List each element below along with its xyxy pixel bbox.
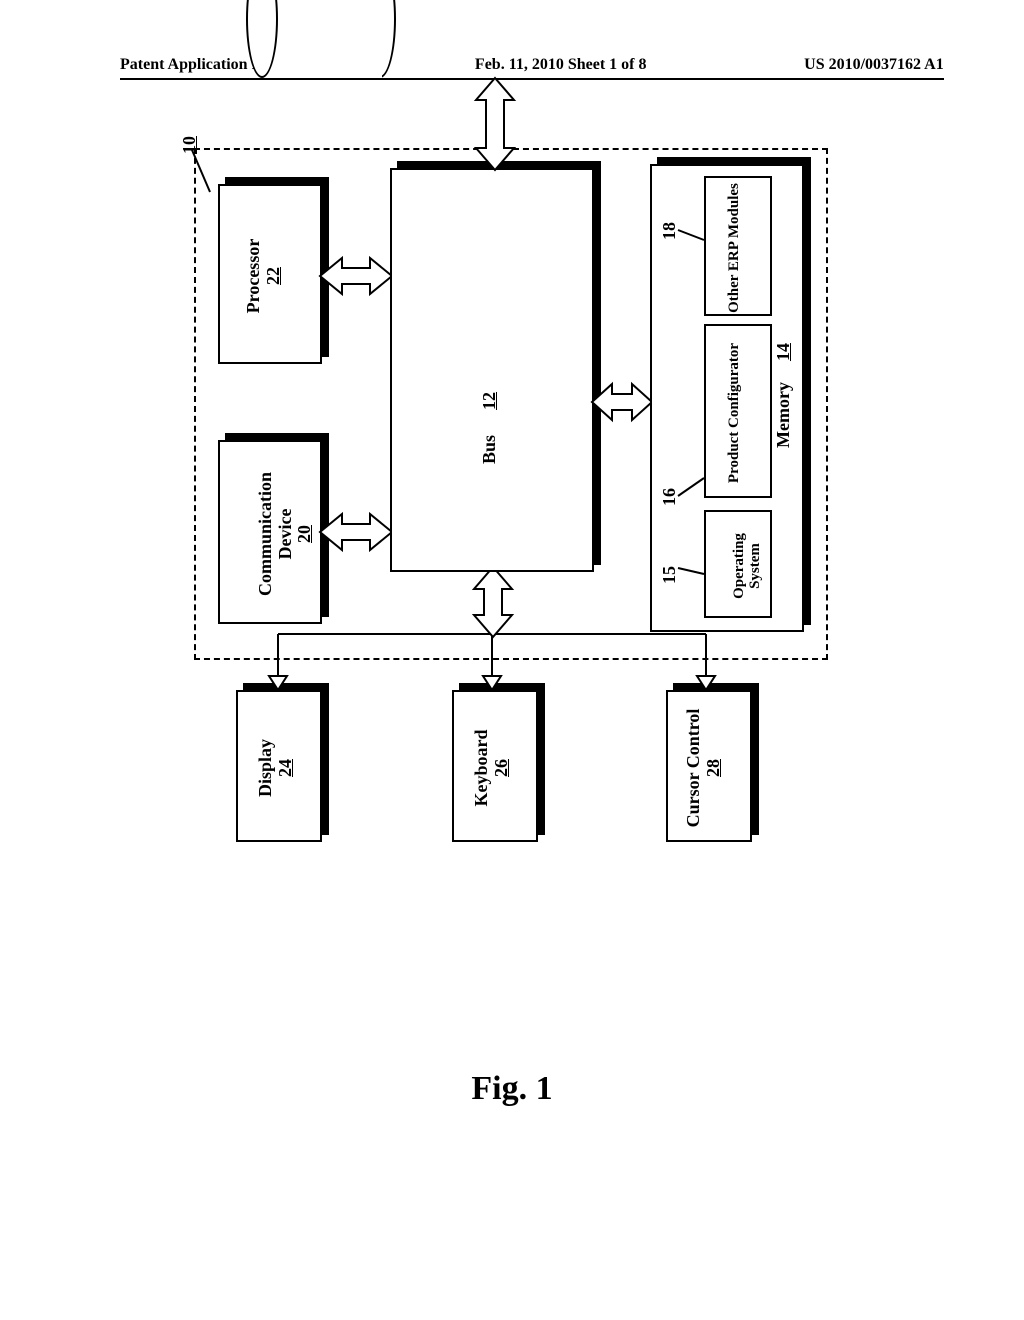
erp-label: Other ERP Modules bbox=[726, 180, 743, 316]
bus-label: Bus 12 bbox=[480, 392, 500, 464]
system-ref-leader bbox=[188, 142, 218, 202]
cursor-label: Cursor Control 28 bbox=[684, 694, 724, 842]
os-ref: 15 bbox=[660, 566, 680, 584]
system-diagram: 10 Display 24 Keyboard 26 Cursor Control… bbox=[180, 170, 1024, 842]
os-label: Operating System bbox=[714, 514, 764, 618]
comm-bus-arrow-icon bbox=[320, 506, 392, 558]
keyboard-label: Keyboard 26 bbox=[472, 694, 512, 842]
figure-caption: Fig. 1 bbox=[0, 1070, 1024, 1108]
page: Patent Application Publication Feb. 11, … bbox=[0, 0, 1024, 1320]
proc-bus-arrow-icon bbox=[320, 250, 392, 302]
pc-leader bbox=[678, 468, 706, 498]
pc-ref: 16 bbox=[660, 488, 680, 506]
display-label: Display 24 bbox=[256, 694, 296, 842]
bus-db-arrow-icon bbox=[468, 78, 522, 170]
pc-label: Product Configurator bbox=[726, 328, 743, 498]
erp-leader bbox=[678, 214, 706, 244]
erp-ref: 18 bbox=[660, 222, 680, 240]
bus-io-arrow-icon bbox=[466, 567, 520, 637]
processor-label: Processor 22 bbox=[244, 188, 284, 364]
bus-box bbox=[390, 168, 594, 572]
db-connector bbox=[396, 0, 486, 78]
memory-label: Memory 14 bbox=[774, 343, 794, 448]
bus-memory-arrow-icon bbox=[592, 376, 652, 428]
os-leader bbox=[678, 552, 706, 576]
database-icon bbox=[246, 0, 396, 78]
